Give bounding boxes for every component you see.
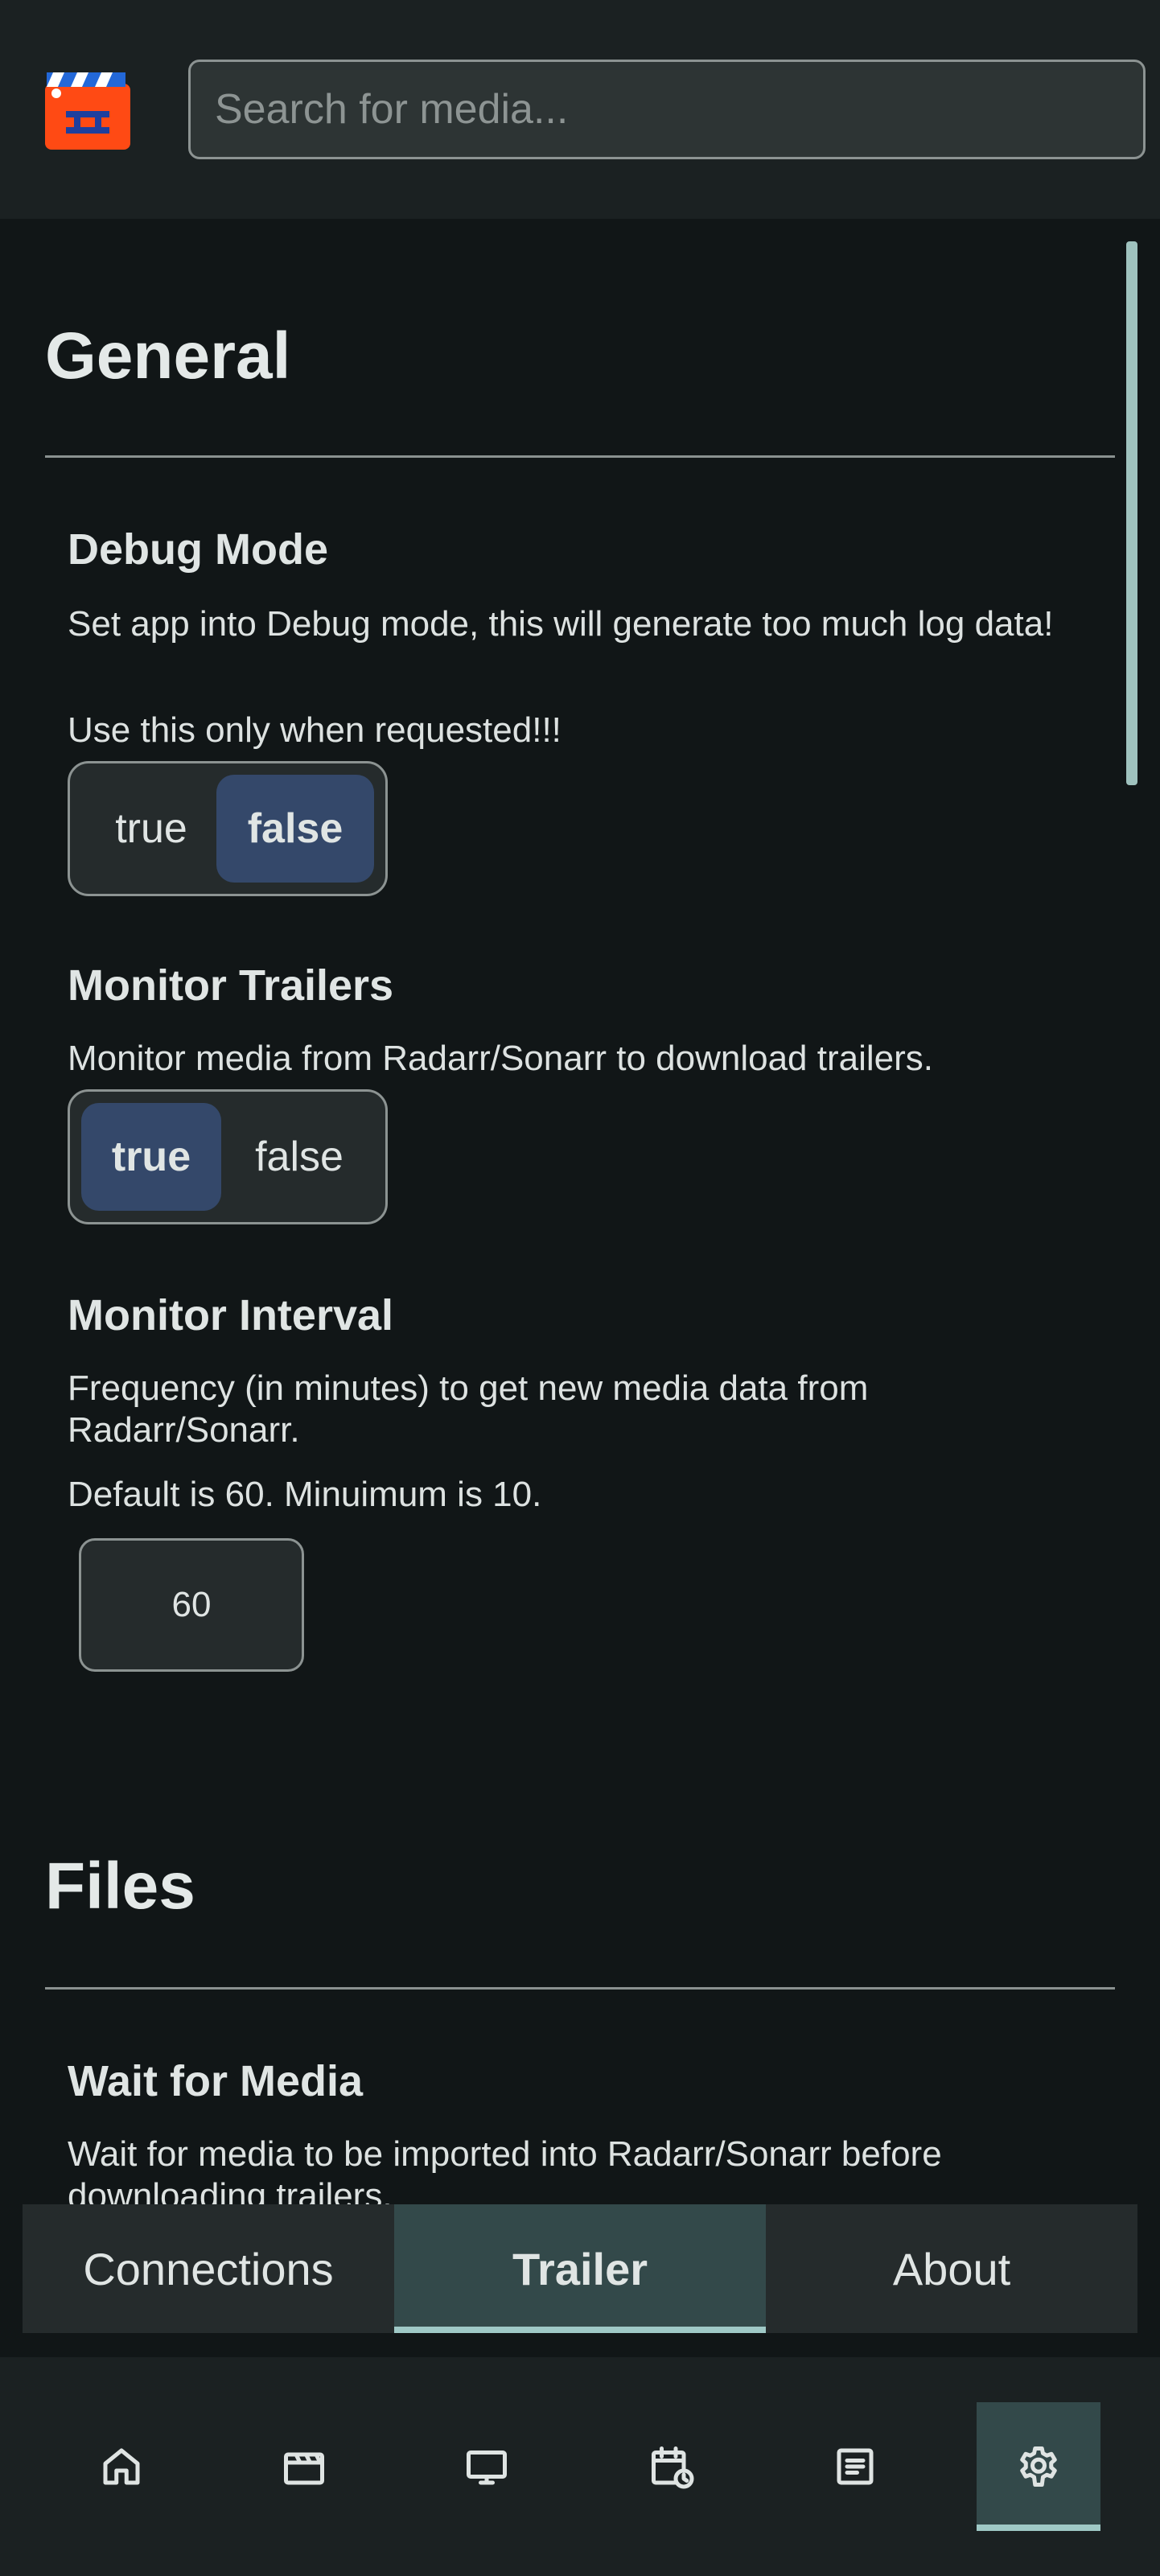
tab-connections[interactable]: Connections — [23, 2204, 394, 2333]
logs-icon — [837, 2448, 874, 2485]
monitor-trailers-option-false[interactable]: false — [231, 1103, 368, 1211]
gear-icon — [1020, 2446, 1057, 2487]
nav-settings[interactable] — [977, 2402, 1100, 2531]
setting-title-monitor-trailers: Monitor Trailers — [68, 961, 394, 1010]
top-bar — [0, 0, 1160, 219]
setting-description: Frequency (in minutes) to get new media … — [68, 1368, 869, 1450]
calendar-clock-icon — [652, 2446, 694, 2489]
movie-clapper-icon — [284, 2452, 324, 2485]
nav-logs[interactable] — [793, 2402, 917, 2531]
scrollbar-thumb[interactable] — [1126, 241, 1137, 785]
bottom-navigation — [0, 2357, 1160, 2576]
setting-description: Monitor media from Radarr/Sonarr to down… — [68, 1039, 934, 1078]
debug-mode-option-true[interactable]: true — [91, 775, 212, 883]
debug-mode-toggle: true false — [68, 761, 388, 896]
settings-content[interactable]: General Debug Mode Set app into Debug mo… — [0, 219, 1160, 2204]
debug-mode-option-false[interactable]: false — [216, 775, 374, 883]
setting-title-wait-for-media: Wait for Media — [68, 2057, 364, 2105]
setting-description: Wait for media to be imported into Radar… — [68, 2134, 942, 2204]
section-title-general: General — [45, 319, 291, 393]
tab-about[interactable]: About — [766, 2204, 1137, 2333]
monitor-interval-input[interactable] — [79, 1538, 304, 1672]
setting-note: Default is 60. Minuimum is 10. — [68, 1475, 542, 1514]
nav-tasks[interactable] — [610, 2402, 734, 2531]
setting-note: Use this only when requested!!! — [68, 710, 561, 750]
search-input[interactable] — [188, 60, 1146, 159]
section-divider — [45, 455, 1115, 458]
nav-movies[interactable] — [242, 2402, 366, 2531]
section-title-files: Files — [45, 1850, 195, 1923]
home-icon — [103, 2448, 140, 2485]
settings-tabs: Connections Trailer About — [23, 2204, 1137, 2333]
tv-icon — [467, 2450, 507, 2485]
section-divider — [45, 1987, 1115, 1990]
tab-trailer[interactable]: Trailer — [394, 2204, 766, 2333]
nav-home[interactable] — [60, 2402, 183, 2531]
setting-title-monitor-interval: Monitor Interval — [68, 1291, 394, 1339]
app-logo-icon[interactable] — [45, 69, 130, 150]
setting-title-debug-mode: Debug Mode — [68, 525, 328, 574]
monitor-trailers-toggle: true false — [68, 1089, 388, 1224]
monitor-trailers-option-true[interactable]: true — [81, 1103, 221, 1211]
setting-description: Set app into Debug mode, this will gener… — [68, 604, 1054, 644]
nav-series[interactable] — [425, 2402, 549, 2531]
